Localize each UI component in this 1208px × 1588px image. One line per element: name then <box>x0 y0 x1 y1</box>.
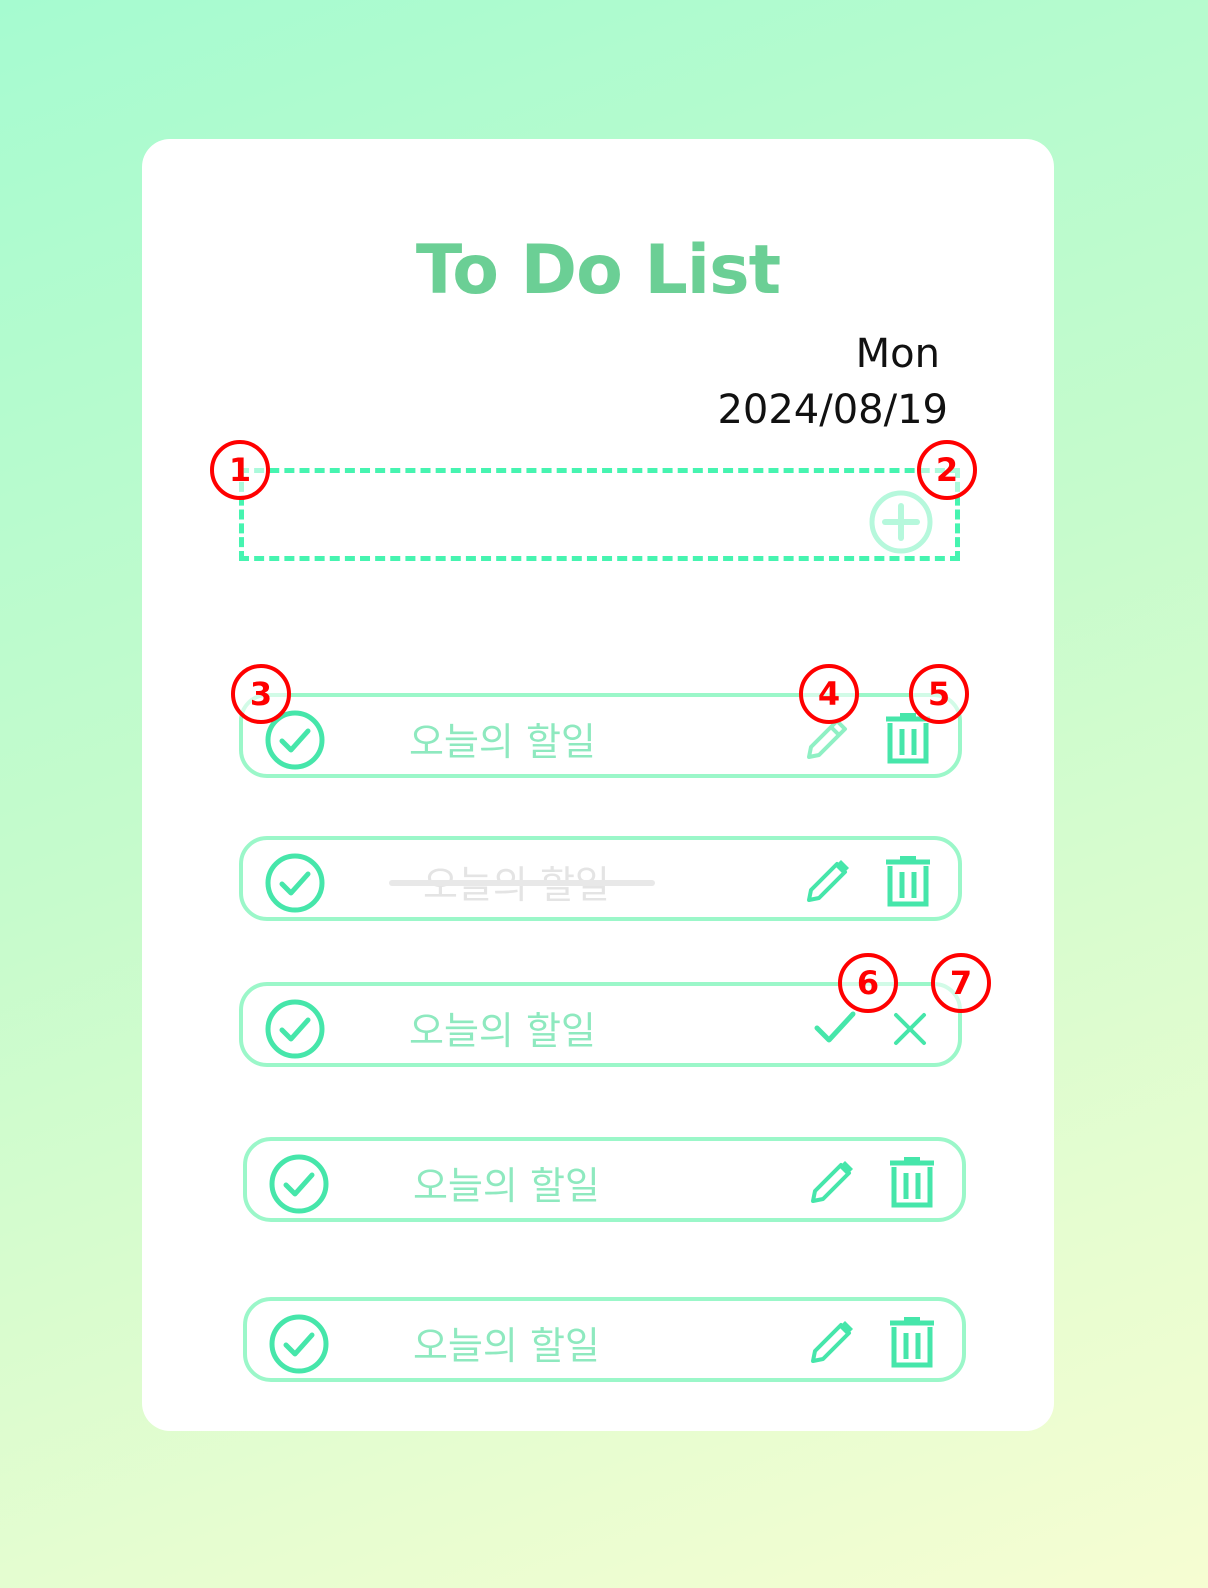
check-circle-icon[interactable] <box>268 1313 330 1375</box>
todo-edit-input[interactable]: 오늘의 할일 <box>409 1000 596 1055</box>
annotation-badge: 3 <box>231 664 291 724</box>
pencil-icon[interactable] <box>805 1317 857 1369</box>
check-circle-icon[interactable] <box>264 998 326 1060</box>
page-title: To Do List <box>415 231 781 310</box>
annotation-badge: 1 <box>210 440 270 500</box>
cancel-x-icon[interactable] <box>891 1010 929 1048</box>
annotation-badge: 5 <box>909 664 969 724</box>
annotation-badge: 2 <box>917 440 977 500</box>
todo-item: 오늘의 할일 <box>243 1137 966 1222</box>
todo-card: To Do List Mon 2024/08/19 오늘의 할일 오늘의 할일 … <box>142 139 1054 1431</box>
trash-icon[interactable] <box>883 854 933 908</box>
annotation-badge: 4 <box>799 664 859 724</box>
todo-text: 오늘의 할일 <box>413 1324 600 1368</box>
plus-circle-icon[interactable] <box>868 489 934 555</box>
todo-text: 오늘의 할일 <box>413 1164 600 1208</box>
annotation-badge: 7 <box>931 953 991 1013</box>
confirm-check-icon[interactable] <box>813 1006 857 1050</box>
day-label: Mon <box>855 331 940 377</box>
todo-text: 오늘의 할일 <box>409 720 596 764</box>
todo-item: 오늘의 할일 <box>243 1297 966 1382</box>
pencil-icon[interactable] <box>801 856 853 908</box>
pencil-icon[interactable] <box>805 1157 857 1209</box>
todo-input[interactable] <box>239 468 960 561</box>
strikethrough-line <box>389 880 655 886</box>
trash-icon[interactable] <box>887 1315 937 1369</box>
trash-icon[interactable] <box>887 1155 937 1209</box>
check-circle-icon[interactable] <box>268 1153 330 1215</box>
check-circle-icon[interactable] <box>264 852 326 914</box>
date-label: 2024/08/19 <box>717 387 948 433</box>
todo-item-completed: 오늘의 할일 <box>239 836 962 921</box>
annotation-badge: 6 <box>838 953 898 1013</box>
